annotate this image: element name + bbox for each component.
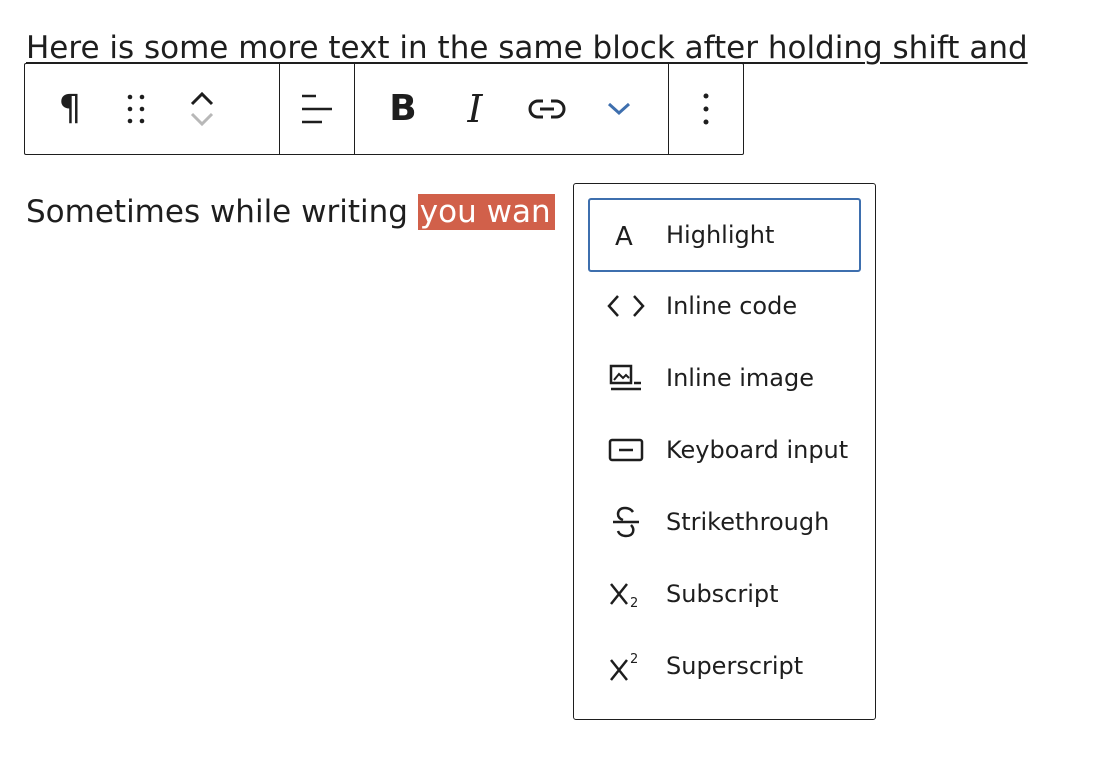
paragraph-line-2[interactable]: Sometimes while writing you wan bbox=[26, 192, 555, 232]
menu-item-inline-image[interactable]: Inline image bbox=[588, 342, 861, 414]
bold-button[interactable]: B bbox=[367, 79, 439, 139]
keyboard-icon bbox=[606, 432, 646, 468]
menu-item-label: Subscript bbox=[666, 580, 779, 608]
italic-icon: I bbox=[467, 87, 483, 131]
menu-item-keyboard-input[interactable]: Keyboard input bbox=[588, 414, 861, 486]
block-toolbar-group-options bbox=[669, 64, 743, 154]
paragraph-text: Sometimes while writing bbox=[26, 194, 418, 230]
move-buttons bbox=[169, 79, 235, 139]
menu-item-label: Strikethrough bbox=[666, 508, 830, 536]
align-left-icon bbox=[302, 94, 332, 124]
menu-item-strikethrough[interactable]: Strikethrough bbox=[588, 486, 861, 558]
italic-button[interactable]: I bbox=[439, 79, 511, 139]
code-icon bbox=[606, 288, 646, 324]
svg-text:2: 2 bbox=[630, 596, 638, 610]
move-up-icon[interactable] bbox=[188, 89, 216, 109]
link-button[interactable] bbox=[511, 79, 583, 139]
more-options-icon bbox=[703, 93, 709, 125]
menu-item-label: Superscript bbox=[666, 652, 804, 680]
subscript-icon: 2 bbox=[606, 576, 646, 612]
drag-handle-icon bbox=[127, 94, 145, 124]
highlight-icon: A bbox=[606, 217, 646, 253]
menu-item-inline-code[interactable]: Inline code bbox=[588, 270, 861, 342]
superscript-icon: 2 bbox=[606, 648, 646, 684]
more-options-button[interactable] bbox=[676, 79, 736, 139]
paragraph-line-1[interactable]: Here is some more text in the same block… bbox=[26, 28, 1028, 68]
move-down-icon[interactable] bbox=[188, 109, 216, 129]
strikethrough-icon bbox=[606, 504, 646, 540]
align-button[interactable] bbox=[287, 79, 347, 139]
link-icon bbox=[528, 99, 566, 119]
drag-handle-button[interactable] bbox=[103, 79, 169, 139]
block-toolbar-group-align bbox=[280, 64, 355, 154]
bold-icon: B bbox=[389, 88, 417, 129]
block-toolbar-group-block: ¶ bbox=[25, 64, 280, 154]
block-toolbar: ¶ B I bbox=[24, 63, 744, 155]
paragraph-icon: ¶ bbox=[58, 88, 82, 129]
menu-item-label: Inline code bbox=[666, 292, 798, 320]
chevron-down-icon bbox=[607, 102, 631, 116]
format-dropdown-menu: A Highlight Inline code Inline image Key… bbox=[573, 183, 876, 720]
menu-item-highlight[interactable]: A Highlight bbox=[588, 198, 861, 272]
menu-item-label: Inline image bbox=[666, 364, 814, 392]
menu-item-superscript[interactable]: 2 Superscript bbox=[588, 630, 861, 702]
menu-item-subscript[interactable]: 2 Subscript bbox=[588, 558, 861, 630]
menu-item-label: Keyboard input bbox=[666, 436, 849, 464]
menu-item-label: Highlight bbox=[666, 221, 775, 249]
svg-text:A: A bbox=[615, 222, 633, 250]
text-selection[interactable]: you wan bbox=[417, 194, 555, 230]
image-icon bbox=[606, 360, 646, 396]
more-formats-button[interactable] bbox=[583, 79, 655, 139]
svg-text:2: 2 bbox=[630, 652, 638, 667]
block-type-button[interactable]: ¶ bbox=[37, 79, 103, 139]
block-toolbar-group-format: B I bbox=[355, 64, 669, 154]
